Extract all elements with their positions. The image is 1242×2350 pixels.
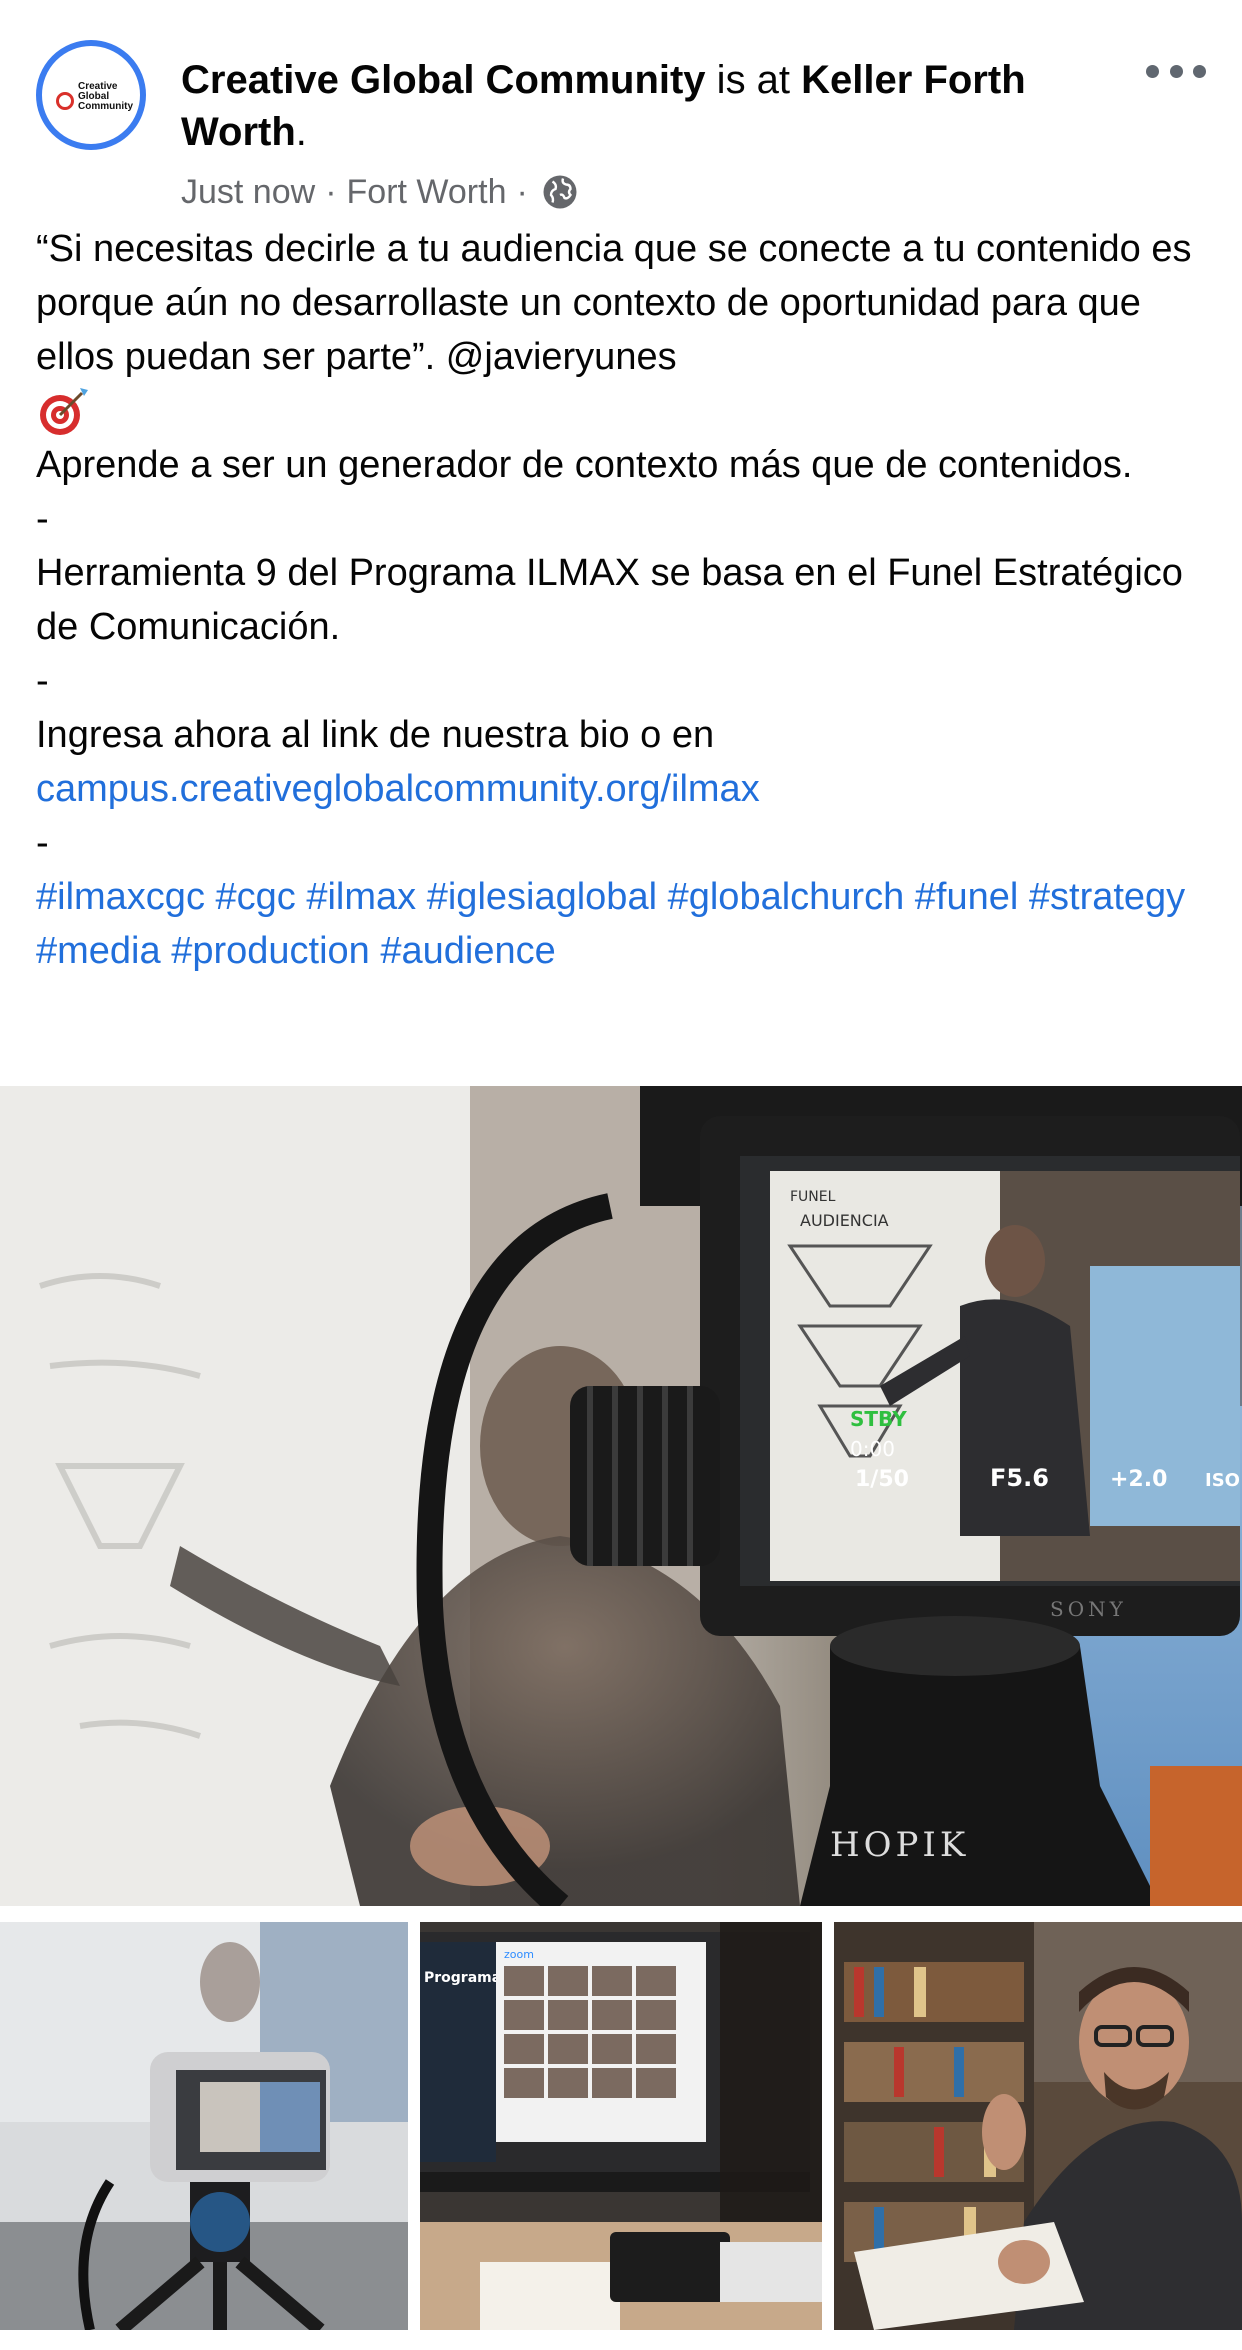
photo-thumbnail-3[interactable] (834, 1922, 1242, 2330)
tripod-brand: HOPIK (830, 1825, 969, 1865)
hashtags: #ilmaxcgc #cgc #ilmax #iglesiaglobal #gl… (36, 870, 1206, 978)
location-link[interactable]: Fort Worth (347, 172, 507, 212)
target-emoji-icon (40, 388, 88, 435)
camera-aperture: F5.6 (990, 1464, 1049, 1492)
camera-stby-label: STBY (850, 1407, 907, 1431)
zoom-app-label: zoom (504, 1948, 534, 1961)
camera-iso: ISO (1205, 1470, 1240, 1491)
camera-on-tripod-photo (0, 1922, 408, 2330)
globe-icon[interactable] (542, 174, 578, 210)
camera-monitor-photo: FUNEL AUDIENCIA STBY 0:00 1/50 F5.6 +2.0… (0, 1086, 1242, 1906)
separator: - (36, 660, 49, 702)
meta-separator: · (325, 173, 337, 211)
camera-timecode: 0:00 (850, 1437, 895, 1461)
post-header: Creative Global Community Creative Globa… (36, 40, 1206, 212)
zoom-call-photo: Programa ILMAX zoom (420, 1922, 822, 2330)
photo-main[interactable]: FUNEL AUDIENCIA STBY 0:00 1/50 F5.6 +2.0… (0, 1086, 1242, 1906)
post-text: “Si necesitas decirle a tu audiencia que… (36, 222, 1206, 978)
hashtag-link[interactable]: #audience (380, 930, 555, 972)
campus-link[interactable]: campus.creativeglobalcommunity.org/ilmax (36, 768, 760, 810)
more-options-icon[interactable] (1146, 58, 1206, 84)
post-meta: Just now · Fort Worth · (181, 172, 1111, 212)
hashtag-link[interactable]: #ilmax (306, 876, 416, 918)
post-line-2: Herramienta 9 del Programa ILMAX se basa… (36, 552, 1183, 648)
hashtag-link[interactable]: #globalchurch (668, 876, 905, 918)
hashtag-link[interactable]: #ilmaxcgc (36, 876, 205, 918)
post-line-3: Ingresa ahora al link de nuestra bio o e… (36, 714, 715, 756)
hashtag-link[interactable]: #production (171, 930, 370, 972)
timestamp[interactable]: Just now (181, 172, 315, 212)
post-quote: “Si necesitas decirle a tu audiencia que… (36, 228, 1192, 378)
hashtag-link[interactable]: #cgc (216, 876, 296, 918)
logo-ring-icon (56, 92, 74, 110)
photo-thumbnail-2[interactable]: Programa ILMAX zoom (420, 1922, 822, 2330)
screen-label-audiencia: AUDIENCIA (800, 1211, 889, 1230)
camera-brand: SONY (1050, 1597, 1127, 1621)
page-avatar[interactable]: Creative Global Community (36, 40, 146, 150)
post-title: Creative Global Community is at Keller F… (181, 54, 1111, 158)
hashtag-link[interactable]: #strategy (1029, 876, 1185, 918)
camera-exposure: +2.0 (1110, 1467, 1167, 1492)
hashtag-link[interactable]: #funel (915, 876, 1019, 918)
speaker-bookshelf-photo (834, 1922, 1242, 2330)
title-suffix: . (295, 110, 307, 154)
title-connector: is at (705, 58, 802, 102)
post-line-1: Aprende a ser un generador de contexto m… (36, 444, 1133, 486)
separator: - (36, 498, 49, 540)
meta-separator: · (516, 173, 528, 211)
header-text: Creative Global Community is at Keller F… (181, 54, 1111, 212)
camera-shutter: 1/50 (855, 1467, 909, 1492)
hashtag-link[interactable]: #iglesiaglobal (427, 876, 657, 918)
screen-label-funel: FUNEL (790, 1189, 836, 1205)
avatar-logo-text: Creative Global Community (78, 81, 133, 112)
hashtag-link[interactable]: #media (36, 930, 161, 972)
separator: - (36, 822, 49, 864)
photo-thumbnail-1[interactable] (0, 1922, 408, 2330)
page-name-link[interactable]: Creative Global Community (181, 58, 706, 102)
